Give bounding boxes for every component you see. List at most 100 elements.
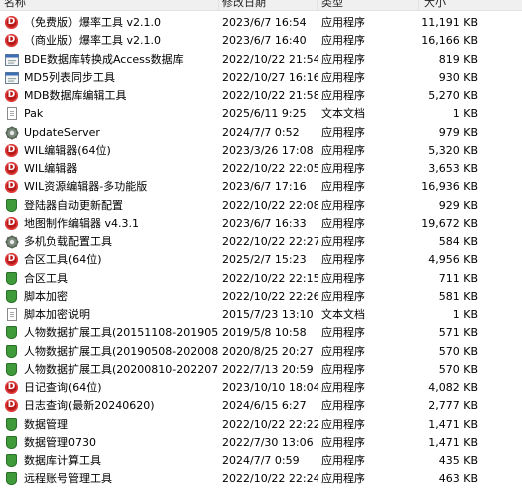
file-size: 16,166 KB (421, 34, 478, 48)
file-date: 2022/10/22 22:05 (222, 162, 318, 175)
file-name: 数据管理 (24, 417, 68, 431)
gear-icon (5, 126, 19, 140)
file-row[interactable]: D （商业版）爆率工具 v2.1.0 2023/6/7 16:40 应用程序 16,16… (0, 32, 522, 50)
green-app-icon (6, 472, 17, 486)
file-name: WIL资源编辑器-多功能版 (24, 180, 148, 194)
file-name: 脚本加密说明 (24, 308, 90, 321)
file-date: 2023/3/26 17:08 (222, 143, 314, 157)
green-app-icon (6, 326, 17, 340)
file-size: 570 KB (438, 362, 478, 376)
file-type: 应用程序 (321, 253, 365, 267)
file-row[interactable]: D （免费版）爆率工具 v2.1.0 2023/6/7 16:54 应用程序 11,19… (0, 14, 522, 32)
file-row[interactable]: 数据库计算工具 2024/7/7 0:59 应用程序 435 KB (0, 452, 522, 470)
file-row[interactable]: D 日记查询(64位) 2023/10/10 18:04 应用程序 4,082 KB (0, 379, 522, 397)
file-row[interactable]: 合区工具 2022/10/22 22:15 应用程序 711 KB (0, 270, 522, 288)
file-name: 人物数据扩展工具(20200810-20220707). (24, 362, 218, 376)
column-header-size[interactable]: 大小 (424, 0, 446, 10)
red-d-icon: D (5, 216, 18, 230)
file-row[interactable]: 多机负载配置工具 2022/10/22 22:27 应用程序 584 KB (0, 233, 522, 251)
file-date: 2020/8/25 20:27 (222, 344, 314, 358)
file-date: 2025/2/7 15:23 (222, 253, 307, 267)
file-row[interactable]: D WIL资源编辑器-多功能版 2023/6/7 17:16 应用程序 16,936 K… (0, 178, 522, 196)
file-row[interactable]: 人物数据扩展工具(20190508-20200810) 2020/8/25 20:… (0, 343, 522, 361)
file-size: 11,191 KB (421, 16, 478, 29)
file-row[interactable]: 脚本加密 2022/10/22 22:26 应用程序 581 KB (0, 288, 522, 306)
file-size: 570 KB (438, 344, 478, 358)
column-divider[interactable] (418, 0, 419, 10)
green-app-icon (6, 289, 17, 303)
file-size: 19,672 KB (421, 216, 478, 230)
green-app-icon (6, 435, 17, 449)
file-row[interactable]: D 地图制作编辑器 v4.3.1 2023/6/7 16:33 应用程序 19,672 … (0, 215, 522, 233)
file-name: MDB数据库编辑工具 (24, 89, 127, 102)
file-date: 2022/7/13 20:59 (222, 362, 314, 376)
file-date: 2022/10/22 21:54 (222, 52, 318, 66)
file-name: 脚本加密 (24, 289, 68, 303)
file-name: 日志查询(最新20240620) (24, 399, 155, 413)
column-divider[interactable] (317, 0, 318, 10)
green-app-icon (6, 362, 17, 376)
file-date: 2023/10/10 18:04 (222, 381, 318, 394)
file-size: 819 KB (438, 52, 478, 66)
file-row[interactable]: 数据管理 2022/10/22 22:22 应用程序 1,471 KB (0, 416, 522, 434)
file-row[interactable]: 脚本加密说明 2015/7/23 13:10 文本文档 1 KB (0, 306, 522, 324)
file-size: 571 KB (438, 326, 478, 340)
file-row[interactable]: D 合区工具(64位) 2025/2/7 15:23 应用程序 4,956 KB (0, 251, 522, 269)
file-size: 5,320 KB (428, 143, 478, 157)
column-header-bar: 名称 修改日期 类型 大小 (0, 0, 522, 11)
file-name: Pak (24, 107, 44, 121)
file-row[interactable]: 数据管理0730 2022/7/30 13:06 应用程序 1,471 KB (0, 434, 522, 452)
file-date: 2023/6/7 16:33 (222, 216, 307, 230)
file-size: 929 KB (438, 198, 478, 212)
column-header-name[interactable]: 名称 (4, 0, 26, 10)
file-type: 应用程序 (321, 435, 365, 449)
file-name: 数据库计算工具 (24, 454, 101, 467)
file-type: 应用程序 (321, 235, 365, 248)
file-name: （免费版）爆率工具 v2.1.0 (24, 16, 161, 29)
column-header-date[interactable]: 修改日期 (222, 0, 266, 10)
file-size: 16,936 KB (421, 180, 478, 194)
file-row[interactable]: 远程账号管理工具 2022/10/22 22:24 应用程序 463 KB (0, 470, 522, 488)
file-row[interactable]: 人物数据扩展工具(20151108-20190508) 2019/5/8 10:5… (0, 324, 522, 342)
file-type: 应用程序 (321, 180, 365, 194)
file-row[interactable]: MD5列表同步工具 2022/10/27 16:16 应用程序 930 KB (0, 69, 522, 87)
file-size: 4,956 KB (428, 253, 478, 267)
file-row[interactable]: D 日志查询(最新20240620) 2024/6/15 6:27 应用程序 2,777… (0, 397, 522, 415)
file-size: 581 KB (438, 289, 478, 303)
file-type: 应用程序 (321, 125, 365, 139)
file-date: 2024/6/15 6:27 (222, 399, 307, 413)
file-row[interactable]: 人物数据扩展工具(20200810-20220707). 2022/7/13 20… (0, 361, 522, 379)
file-row[interactable]: BDE数据库转换成Access数据库 2022/10/22 21:54 应用程序 81… (0, 51, 522, 69)
file-type: 应用程序 (321, 381, 365, 394)
file-name: 地图制作编辑器 v4.3.1 (24, 216, 139, 230)
file-type: 应用程序 (321, 89, 365, 102)
file-row[interactable]: D WIL编辑器(64位) 2023/3/26 17:08 应用程序 5,320 KB (0, 142, 522, 160)
file-type: 应用程序 (321, 216, 365, 230)
file-type: 应用程序 (321, 417, 365, 431)
file-date: 2022/10/22 22:15 (222, 271, 318, 285)
file-size: 4,082 KB (428, 381, 478, 394)
file-type: 应用程序 (321, 362, 365, 376)
file-name: 远程账号管理工具 (24, 472, 112, 486)
file-name: 合区工具(64位) (24, 253, 102, 267)
file-row[interactable]: 登陆器自动更新配置 2022/10/22 22:08 应用程序 929 KB (0, 197, 522, 215)
file-date: 2022/7/30 13:06 (222, 435, 314, 449)
file-date: 2022/10/22 22:24 (222, 472, 318, 486)
file-name: （商业版）爆率工具 v2.1.0 (24, 34, 161, 48)
app-icon (5, 71, 19, 85)
file-name: UpdateServer (24, 125, 100, 139)
file-row[interactable]: D WIL编辑器 2022/10/22 22:05 应用程序 3,653 KB (0, 160, 522, 178)
file-row[interactable]: D MDB数据库编辑工具 2022/10/22 21:58 应用程序 5,270 KB (0, 87, 522, 105)
file-type: 应用程序 (321, 143, 365, 157)
file-row[interactable]: UpdateServer 2024/7/7 0:52 应用程序 979 KB (0, 124, 522, 142)
column-header-type[interactable]: 类型 (321, 0, 343, 10)
column-divider[interactable] (218, 0, 219, 10)
file-row[interactable]: Pak 2025/6/11 9:25 文本文档 1 KB (0, 105, 522, 123)
file-size: 435 KB (438, 454, 478, 467)
file-date: 2022/10/22 21:58 (222, 89, 318, 102)
file-type: 应用程序 (321, 399, 365, 413)
file-type: 应用程序 (321, 52, 365, 66)
file-size: 1 KB (452, 107, 478, 121)
file-date: 2019/5/8 10:58 (222, 326, 307, 340)
green-app-icon (6, 198, 17, 212)
